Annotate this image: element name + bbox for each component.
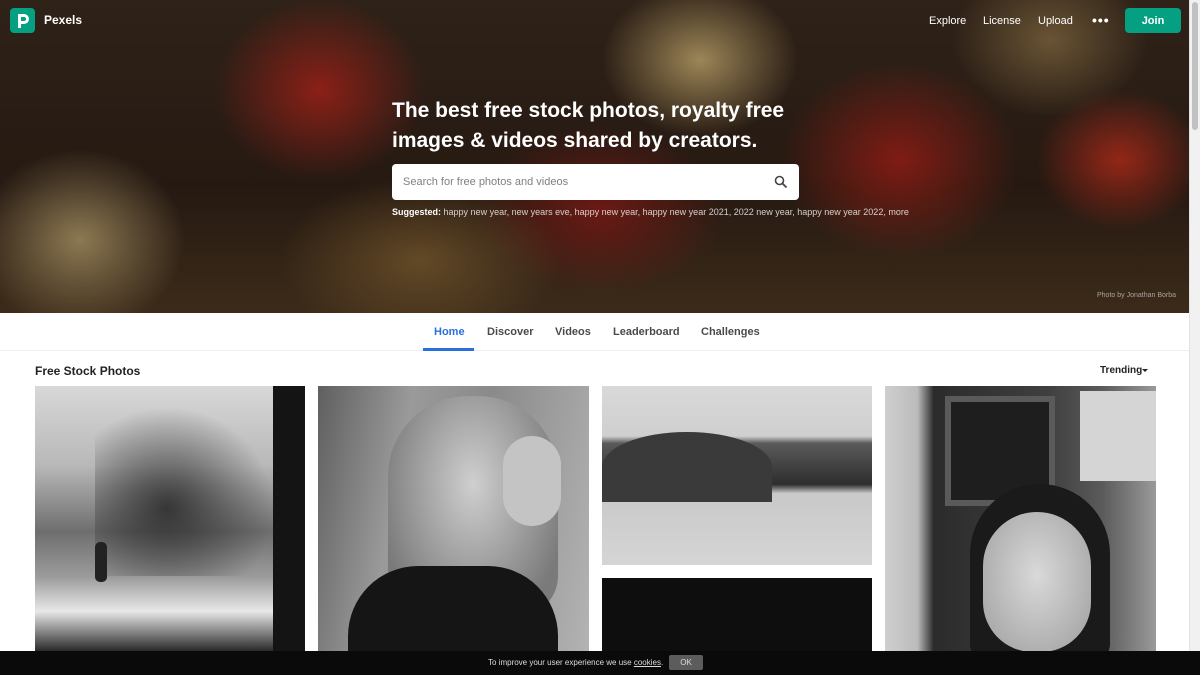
suggested-label: Suggested:	[392, 207, 442, 217]
nav-upload[interactable]: Upload	[1038, 15, 1073, 27]
top-navbar: Pexels Explore License Upload ••• Join	[0, 0, 1189, 42]
photo-card[interactable]	[35, 386, 305, 651]
join-button[interactable]: Join	[1125, 8, 1181, 33]
cookie-text-end: .	[660, 658, 664, 667]
brand-name[interactable]: Pexels	[44, 13, 82, 27]
tab-home[interactable]: Home	[434, 326, 465, 338]
content-tabs: Home Discover Videos Leaderboard Challen…	[0, 313, 1189, 351]
sort-dropdown[interactable]: Trending	[1100, 365, 1142, 376]
cookies-link[interactable]: cookies	[634, 658, 661, 667]
cookie-ok-button[interactable]: OK	[669, 655, 703, 670]
photo-content	[983, 512, 1091, 651]
photo-content	[602, 432, 772, 502]
photo-card[interactable]	[602, 578, 872, 658]
suggested-terms[interactable]: happy new year, new years eve, happy new…	[444, 207, 909, 217]
nav-explore[interactable]: Explore	[929, 15, 966, 27]
photo-content	[95, 406, 275, 576]
hero-headline: The best free stock photos, royalty free…	[392, 99, 785, 152]
tab-videos[interactable]: Videos	[555, 326, 591, 338]
search-icon[interactable]	[770, 172, 792, 192]
search-box	[392, 164, 799, 200]
search-input[interactable]	[392, 164, 762, 200]
tab-challenges[interactable]: Challenges	[701, 326, 760, 338]
photo-content	[348, 566, 558, 651]
suggested-searches: Suggested: happy new year, new years eve…	[392, 207, 909, 217]
photo-credit[interactable]: Photo by Jonathan Borba	[1097, 292, 1176, 299]
cookie-text: To improve your user experience we use	[488, 658, 634, 667]
hero-overlay	[0, 0, 1189, 313]
cookie-message: To improve your user experience we use c…	[488, 658, 663, 667]
pexels-logo-icon[interactable]	[10, 8, 35, 33]
tab-discover[interactable]: Discover	[487, 326, 533, 338]
photo-card[interactable]	[885, 386, 1156, 651]
photo-content	[273, 386, 305, 651]
photo-content	[1080, 391, 1156, 481]
photo-content	[95, 542, 107, 582]
tab-leaderboard[interactable]: Leaderboard	[613, 326, 680, 338]
photo-card[interactable]	[318, 386, 589, 651]
nav-license[interactable]: License	[983, 15, 1021, 27]
hero-banner	[0, 0, 1189, 313]
section-title: Free Stock Photos	[35, 364, 141, 378]
chevron-down-icon[interactable]	[1142, 369, 1148, 372]
ellipsis-icon[interactable]: •••	[1092, 12, 1110, 28]
scrollbar-thumb[interactable]	[1192, 2, 1198, 130]
active-tab-indicator	[423, 348, 474, 351]
photo-content	[503, 436, 561, 526]
photo-card[interactable]	[602, 386, 872, 565]
